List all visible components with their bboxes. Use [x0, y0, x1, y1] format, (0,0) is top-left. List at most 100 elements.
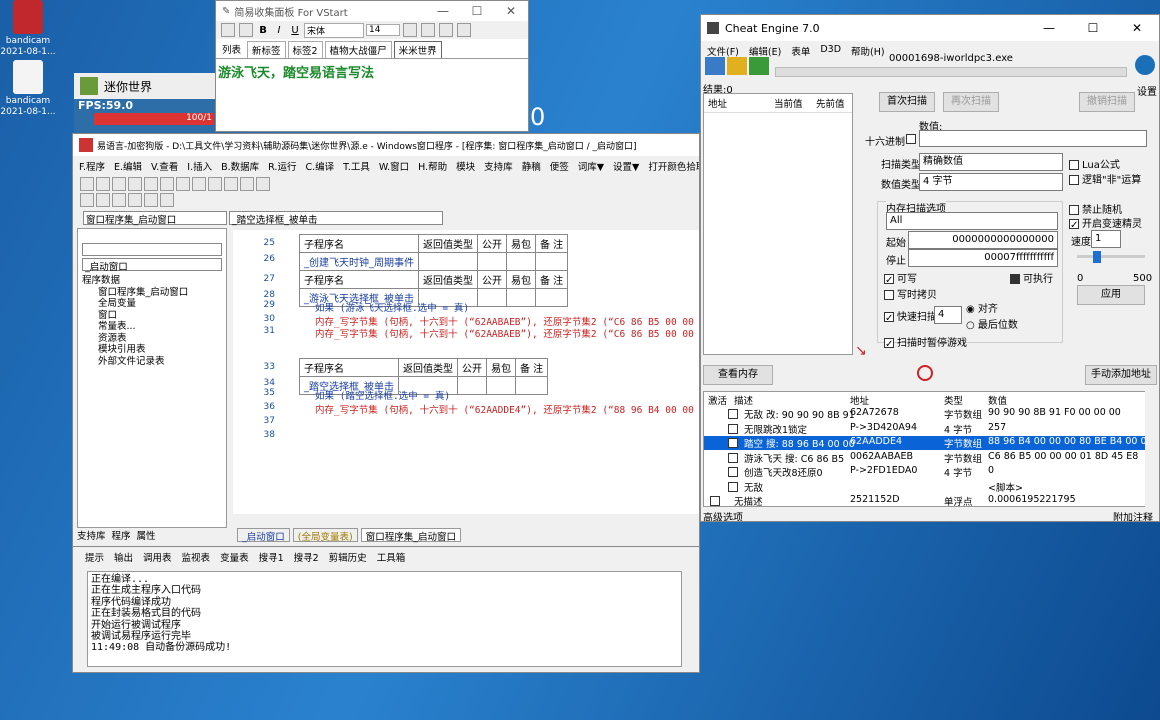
- menu-item[interactable]: I.插入: [187, 159, 212, 173]
- font-select[interactable]: 宋体: [304, 22, 364, 38]
- panel-select[interactable]: [82, 243, 222, 256]
- lastdigits-radio[interactable]: ○: [966, 320, 978, 331]
- minimize-button[interactable]: —: [426, 1, 460, 21]
- redo-icon[interactable]: [192, 177, 206, 191]
- undo-icon[interactable]: [176, 177, 190, 191]
- code-line[interactable]: 如果 (踏空选择框.选中 = 真): [315, 388, 450, 402]
- output-tab[interactable]: 搜寻2: [294, 550, 319, 564]
- table-row[interactable]: 无敌 <脚本>: [704, 480, 1146, 494]
- delete-icon[interactable]: [917, 365, 933, 381]
- new-icon[interactable]: [221, 23, 235, 37]
- tab-label2[interactable]: 标签2: [287, 41, 323, 58]
- close-button[interactable]: ✕: [1115, 15, 1159, 41]
- undo-scan-button[interactable]: 撤销扫描: [1079, 92, 1135, 112]
- fastscan-checkbox[interactable]: ✓: [884, 312, 894, 324]
- table-header[interactable]: 描述: [734, 393, 753, 407]
- tab-program[interactable]: 程序: [112, 528, 131, 542]
- menu-item[interactable]: T.工具: [343, 159, 370, 173]
- menu-item[interactable]: 便签: [550, 159, 569, 173]
- view-memory-button[interactable]: 查看内存: [703, 365, 773, 385]
- first-scan-button[interactable]: 首次扫描: [879, 92, 935, 112]
- panel-select2[interactable]: _启动窗口: [82, 258, 222, 273]
- maximize-button[interactable]: ☐: [460, 1, 494, 21]
- underline-button[interactable]: U: [288, 25, 302, 36]
- stop-icon[interactable]: [224, 177, 238, 191]
- table-row[interactable]: 踏空 搜: 88 96 B4 00 00 62AADDE4 字节数组 88 96 B4…: [704, 436, 1147, 450]
- tree-item[interactable]: 窗口程序集_启动窗口: [82, 287, 222, 299]
- table-header[interactable]: 类型: [944, 393, 963, 407]
- pause-checkbox[interactable]: ✓: [884, 338, 894, 350]
- active-checkbox[interactable]: [728, 423, 738, 434]
- col-address[interactable]: 地址: [708, 96, 774, 110]
- menu-item[interactable]: E.编辑: [114, 159, 142, 173]
- tree-item[interactable]: 模块引用表: [82, 344, 222, 356]
- step-icon[interactable]: [240, 177, 254, 191]
- col-current[interactable]: 当前值: [774, 96, 816, 110]
- menu-item[interactable]: H.帮助: [418, 159, 447, 173]
- copy-icon[interactable]: [144, 177, 158, 191]
- attach-comments[interactable]: 附加注释: [1113, 509, 1153, 521]
- save-icon[interactable]: [112, 177, 126, 191]
- menu-item[interactable]: W.窗口: [379, 159, 409, 173]
- add-address-button[interactable]: 手动添加地址: [1085, 365, 1157, 385]
- menu-item[interactable]: C.编译: [305, 159, 334, 173]
- run-icon[interactable]: [208, 177, 222, 191]
- not-checkbox[interactable]: [1069, 175, 1079, 185]
- advanced-options[interactable]: 高级选项: [703, 509, 743, 521]
- tool-icon[interactable]: [439, 23, 453, 37]
- code-line[interactable]: 内存_写字节集 (句柄, 十六到十 (“62AABAEB”), 还原字节集2 (…: [315, 326, 699, 340]
- breakpoint-icon[interactable]: [256, 177, 270, 191]
- results-list[interactable]: 地址 当前值 先前值: [703, 93, 853, 355]
- output-tab[interactable]: 搜寻1: [259, 550, 284, 564]
- method-select[interactable]: _踏空选择框_被单击: [229, 211, 443, 226]
- table-header[interactable]: 激活: [708, 393, 727, 407]
- cow-checkbox[interactable]: [884, 290, 894, 300]
- lua-checkbox[interactable]: [1069, 160, 1079, 170]
- code-line[interactable]: 内存_写字节集 (句柄, 十六到十 (“62AADDE4”), 还原字节集2 (…: [315, 402, 699, 416]
- save-icon[interactable]: [749, 57, 769, 75]
- menu-item[interactable]: 打开颜色拾取: [648, 159, 699, 173]
- help-icon[interactable]: [457, 23, 471, 37]
- minimize-button[interactable]: —: [1027, 15, 1071, 41]
- menu-item[interactable]: 词库▼: [578, 159, 604, 173]
- active-checkbox[interactable]: [710, 496, 720, 506]
- table-row[interactable]: 游泳飞天 搜: C6 86 B5 0062AABAEB 字节数组 C6 86 B5 0…: [704, 451, 1146, 465]
- hex-checkbox[interactable]: [906, 134, 916, 144]
- close-button[interactable]: ✕: [494, 1, 528, 21]
- tab-support[interactable]: 支持库: [77, 528, 106, 542]
- process-icon[interactable]: [705, 57, 725, 75]
- table-row[interactable]: 创造飞天改8还原0 P->2FD1EDA0 4 字节 0: [704, 465, 1146, 479]
- open-icon[interactable]: [727, 57, 747, 75]
- notepad-content[interactable]: 游泳飞天，踏空易语言写法: [216, 59, 528, 84]
- speedhack-checkbox[interactable]: ✓: [1069, 219, 1079, 231]
- executable-checkbox[interactable]: [1010, 274, 1020, 284]
- tab-properties[interactable]: 属性: [137, 528, 156, 542]
- output-tab[interactable]: 监视表: [182, 550, 211, 564]
- editor-tab[interactable]: 窗口程序集_启动窗口: [360, 528, 461, 543]
- region-select[interactable]: All: [886, 212, 1058, 230]
- output-tab[interactable]: 工具箱: [377, 550, 406, 564]
- align-icon[interactable]: [96, 193, 110, 207]
- output-tab[interactable]: 变量表: [220, 550, 249, 564]
- tree-item[interactable]: 窗口: [82, 310, 222, 322]
- settings-label[interactable]: 设置: [1137, 83, 1157, 98]
- menu-item[interactable]: B.数据库: [221, 159, 259, 173]
- class-select[interactable]: 窗口程序集_启动窗口: [83, 211, 227, 226]
- game-window[interactable]: 迷你世界 FPS:59.0 100/1: [74, 73, 234, 138]
- sub-table[interactable]: 子程序名 返回值类型 公开 易包备 注 _创建飞天时钟_周期事件: [299, 234, 569, 271]
- new-icon[interactable]: [80, 177, 94, 191]
- align-icon[interactable]: [128, 193, 142, 207]
- fastscan-input[interactable]: 4: [934, 306, 962, 324]
- norandom-checkbox[interactable]: [1069, 205, 1079, 215]
- address-table[interactable]: 激活 描述 地址 类型 数值 无敌 改: 90 90 90 8B 91 62A72678 字节…: [703, 391, 1147, 508]
- arrow-icon[interactable]: ↘: [855, 343, 875, 359]
- output-tab[interactable]: 剪辑历史: [329, 550, 367, 564]
- desktop-icon[interactable]: bandicam 2021-08-1...: [0, 0, 56, 58]
- apply-button[interactable]: 应用: [1077, 285, 1145, 305]
- replace-icon[interactable]: [421, 23, 435, 37]
- desktop-icon[interactable]: bandicam 2021-08-1...: [0, 60, 56, 118]
- scan-type-select[interactable]: 精确数值: [919, 153, 1063, 171]
- find-icon[interactable]: [403, 23, 417, 37]
- menu-item[interactable]: 文件(F): [707, 44, 739, 58]
- speed-slider-thumb[interactable]: [1093, 251, 1101, 263]
